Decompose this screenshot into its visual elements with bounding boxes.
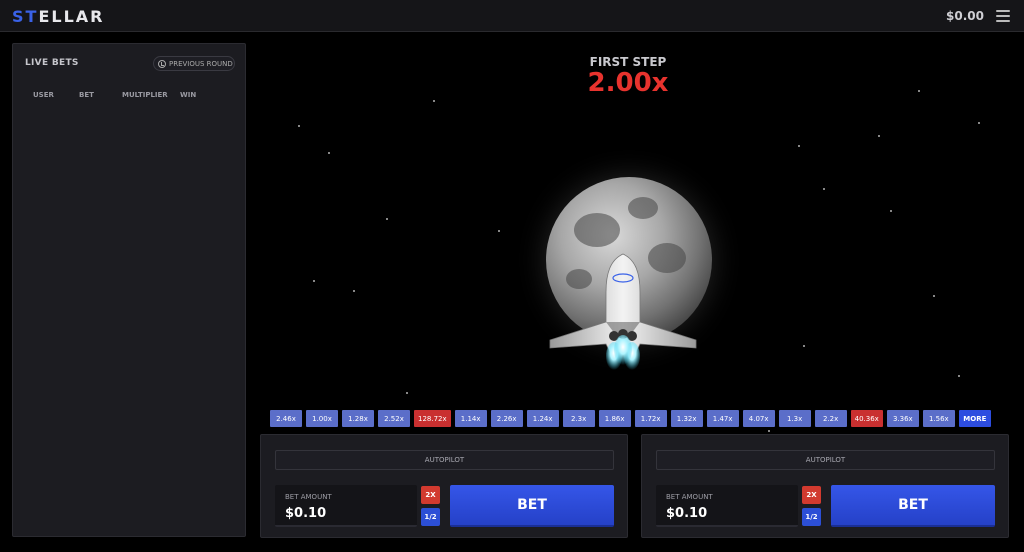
current-multiplier: 2.00x bbox=[587, 68, 669, 98]
history-multiplier-chip[interactable]: 128.72x bbox=[414, 410, 451, 427]
star bbox=[958, 375, 960, 377]
round-status-label: FIRST STEP bbox=[589, 55, 667, 69]
star bbox=[298, 125, 300, 127]
history-multiplier-chip[interactable]: 1.72x bbox=[634, 410, 667, 427]
hamburger-menu-icon[interactable] bbox=[996, 10, 1010, 22]
star bbox=[313, 280, 315, 282]
history-multiplier-chip[interactable]: 3.36x bbox=[886, 410, 919, 427]
column-header-multiplier: MULTIPLIER bbox=[122, 91, 168, 99]
bet-amount-label: BET AMOUNT bbox=[666, 493, 713, 501]
live-bets-title: LIVE BETS bbox=[25, 58, 79, 68]
history-multiplier-chip[interactable]: 1.86x bbox=[598, 410, 631, 427]
multiplier-history: 2.46x 1.00x 1.28x 2.52x 128.72x 1.14x 2.26x 1.2… bbox=[270, 410, 991, 427]
history-multiplier-chip[interactable]: 1.28x bbox=[342, 410, 374, 427]
history-multiplier-chip[interactable]: 1.32x bbox=[670, 410, 703, 427]
history-clock-icon bbox=[158, 59, 166, 68]
previous-round-button[interactable]: PREVIOUS ROUND bbox=[153, 56, 235, 71]
bet-amount-field[interactable]: BET AMOUNT $0.10 bbox=[275, 485, 417, 527]
history-multiplier-chip[interactable]: 1.47x bbox=[706, 410, 739, 427]
bet-amount-label: BET AMOUNT bbox=[285, 493, 332, 501]
star bbox=[386, 218, 388, 220]
stellar-logo[interactable]: STELLAR bbox=[12, 7, 104, 26]
history-multiplier-chip[interactable]: 1.3x bbox=[778, 410, 811, 427]
history-multiplier-chip[interactable]: 1.24x bbox=[526, 410, 559, 427]
more-history-button[interactable]: MORE bbox=[958, 410, 991, 427]
game-canvas: FIRST STEP 2.00x bbox=[258, 40, 998, 432]
column-header-bet: BET bbox=[79, 91, 94, 99]
top-bar: STELLAR $0.00 bbox=[0, 0, 1024, 32]
half-bet-button[interactable]: 1/2 bbox=[802, 508, 821, 526]
history-multiplier-chip[interactable]: 40.36x bbox=[850, 410, 883, 427]
double-bet-button[interactable]: 2X bbox=[802, 486, 821, 504]
star bbox=[890, 210, 892, 212]
star bbox=[803, 345, 805, 347]
star bbox=[878, 135, 880, 137]
place-bet-button[interactable]: BET bbox=[831, 485, 995, 527]
star bbox=[933, 295, 935, 297]
bet-amount-value[interactable]: $0.10 bbox=[666, 506, 707, 521]
bet-amount-field[interactable]: BET AMOUNT $0.10 bbox=[656, 485, 798, 527]
history-multiplier-chip[interactable]: 1.14x bbox=[454, 410, 487, 427]
bet-amount-value[interactable]: $0.10 bbox=[285, 506, 326, 521]
star bbox=[798, 145, 800, 147]
star bbox=[328, 152, 330, 154]
history-multiplier-chip[interactable]: 2.52x bbox=[378, 410, 410, 427]
history-multiplier-chip[interactable]: 4.07x bbox=[742, 410, 775, 427]
autopilot-button[interactable]: AUTOPILOT bbox=[275, 450, 614, 470]
star bbox=[978, 122, 980, 124]
live-bets-panel: LIVE BETS PREVIOUS ROUND USER BET MULTIP… bbox=[12, 43, 246, 537]
star bbox=[768, 430, 770, 432]
star bbox=[353, 290, 355, 292]
star bbox=[498, 230, 500, 232]
star bbox=[918, 90, 920, 92]
autopilot-button[interactable]: AUTOPILOT bbox=[656, 450, 995, 470]
balance-display: $0.00 bbox=[946, 9, 984, 23]
bet-panel-1: AUTOPILOT BET AMOUNT $0.10 2X 1/2 BET bbox=[260, 434, 628, 538]
double-bet-button[interactable]: 2X bbox=[421, 486, 440, 504]
column-header-user: USER bbox=[33, 91, 54, 99]
half-bet-button[interactable]: 1/2 bbox=[421, 508, 440, 526]
previous-round-label: PREVIOUS ROUND bbox=[169, 59, 233, 68]
star bbox=[406, 392, 408, 394]
history-multiplier-chip[interactable]: 2.46x bbox=[270, 410, 302, 427]
column-header-win: WIN bbox=[180, 91, 197, 99]
place-bet-button[interactable]: BET bbox=[450, 485, 614, 527]
star bbox=[433, 100, 435, 102]
space-shuttle-image bbox=[549, 253, 697, 370]
star bbox=[823, 188, 825, 190]
history-multiplier-chip[interactable]: 2.2x bbox=[814, 410, 847, 427]
bet-panel-2: AUTOPILOT BET AMOUNT $0.10 2X 1/2 BET bbox=[641, 434, 1009, 538]
history-multiplier-chip[interactable]: 1.00x bbox=[306, 410, 338, 427]
history-multiplier-chip[interactable]: 2.3x bbox=[562, 410, 595, 427]
history-multiplier-chip[interactable]: 1.56x bbox=[922, 410, 955, 427]
history-multiplier-chip[interactable]: 2.26x bbox=[490, 410, 523, 427]
